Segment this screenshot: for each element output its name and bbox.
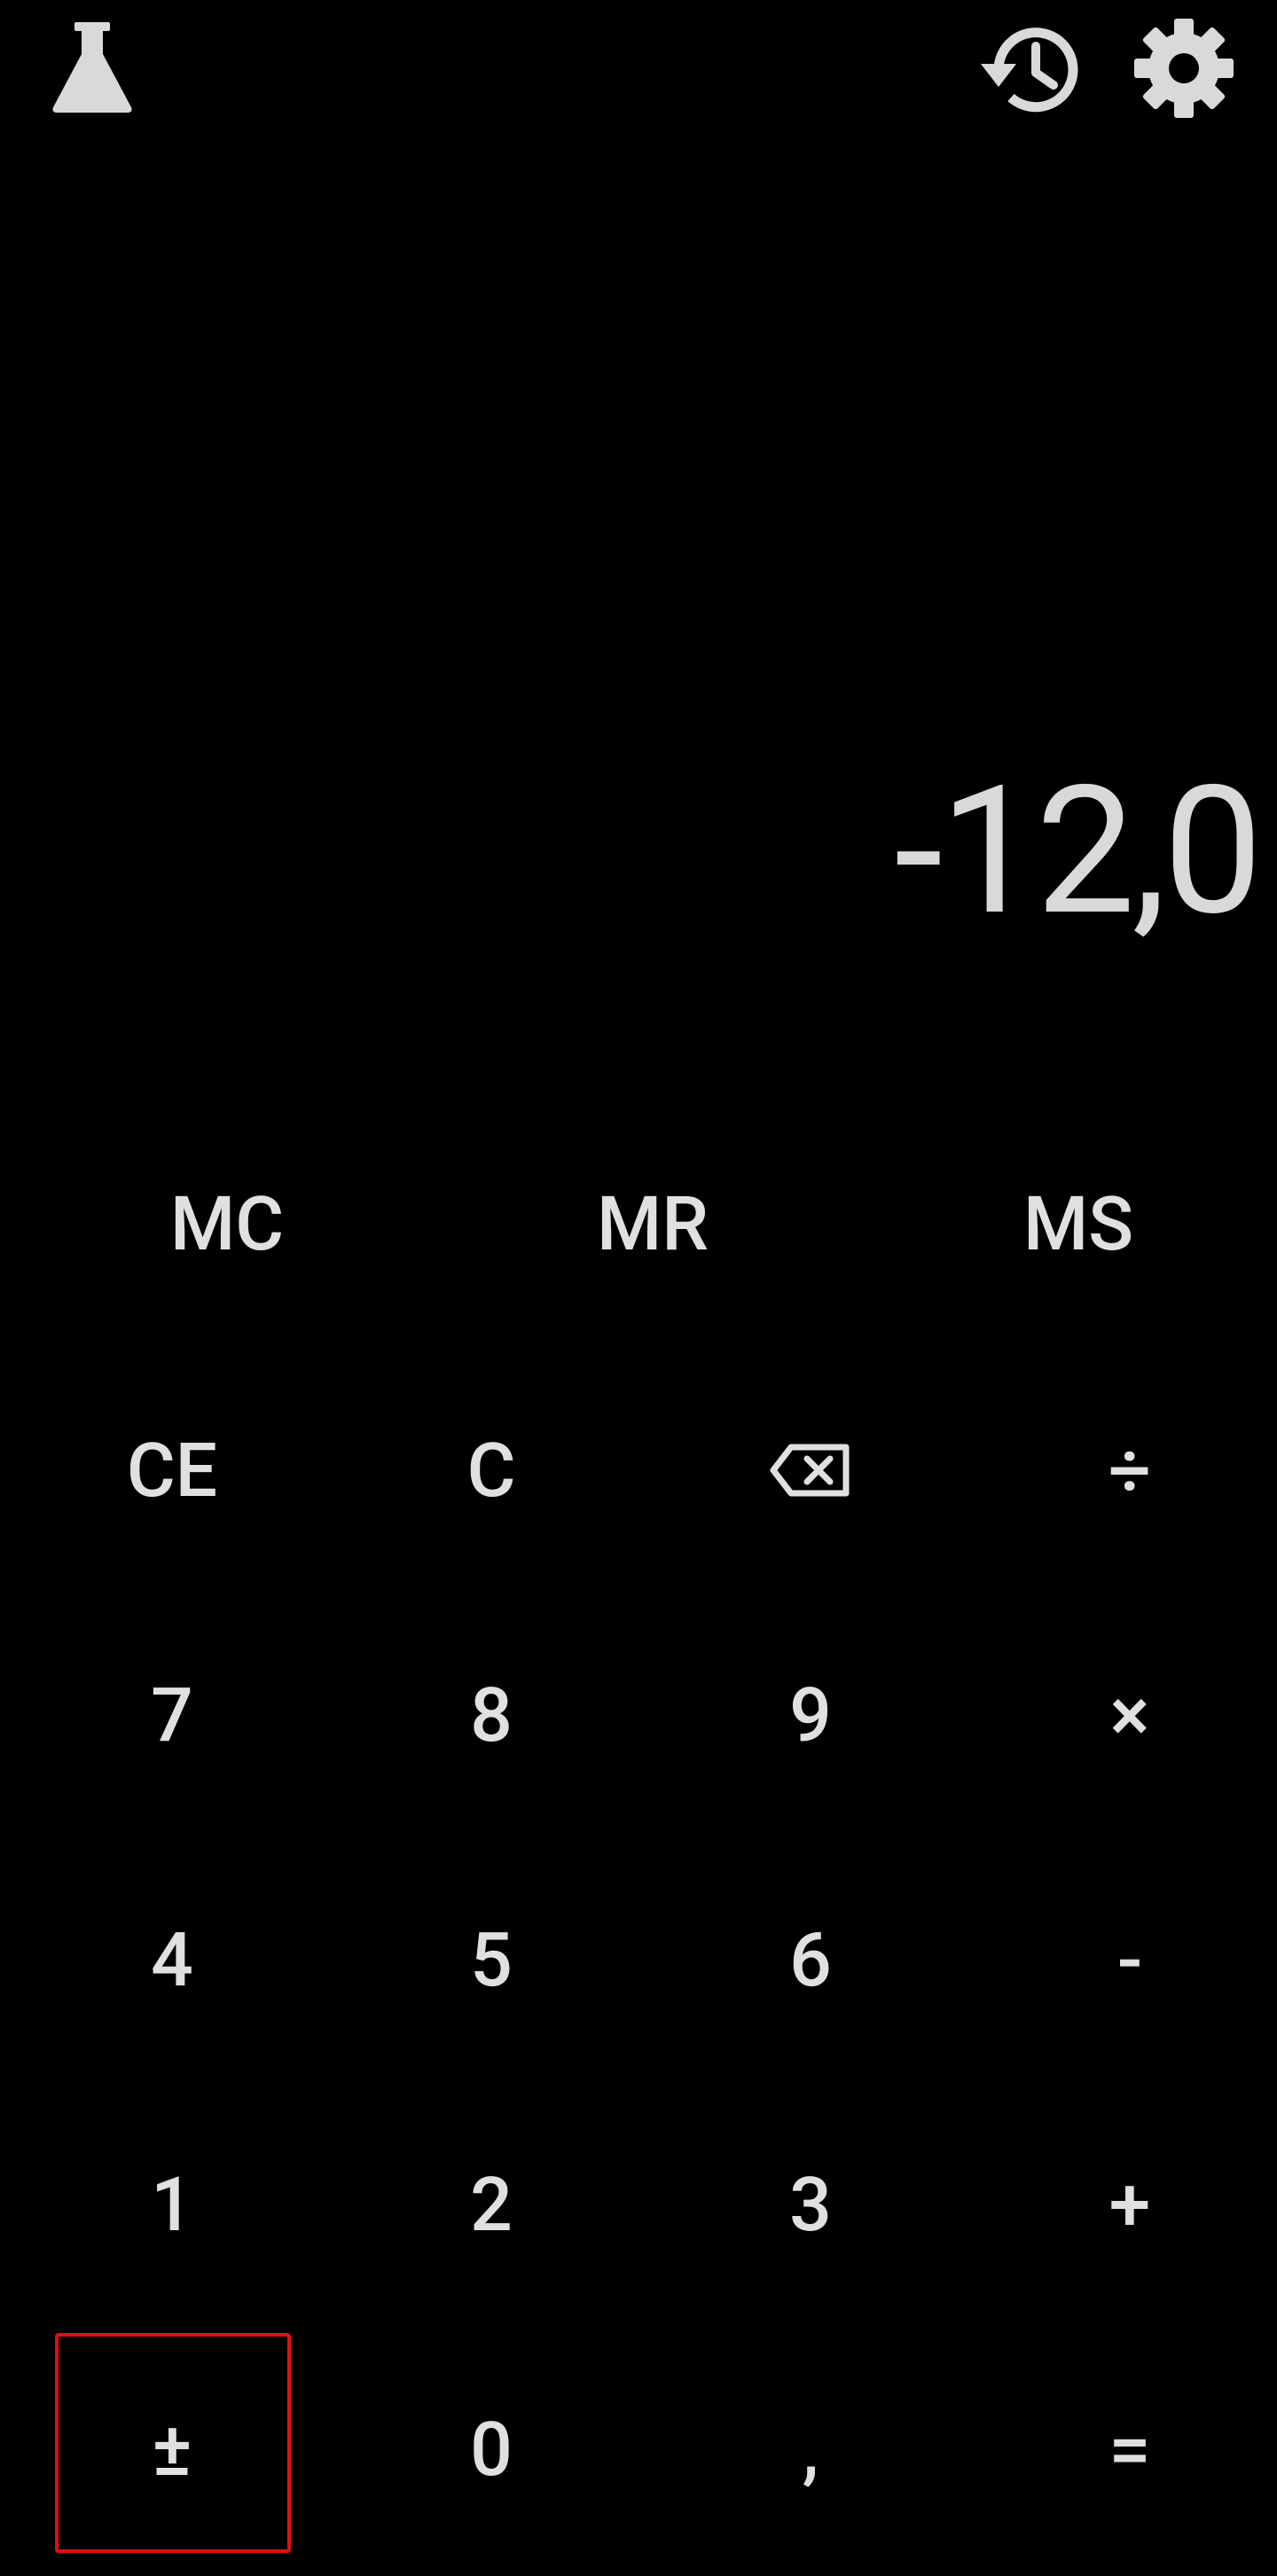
key-row: 4 5 6 -	[0, 1837, 1277, 2082]
digit-4-button[interactable]: 4	[12, 1837, 332, 2082]
clear-entry-button[interactable]: CE	[12, 1348, 332, 1593]
key-row: ± 0 , =	[0, 2327, 1277, 2572]
clear-button[interactable]: C	[332, 1348, 651, 1593]
digit-5-button[interactable]: 5	[332, 1837, 651, 2082]
backspace-icon	[770, 1444, 850, 1497]
history-button[interactable]	[967, 12, 1091, 128]
top-bar	[0, 0, 1277, 142]
decimal-comma-button[interactable]: ,	[651, 2327, 970, 2572]
scientific-mode-button[interactable]	[39, 14, 145, 121]
key-row: CE C ÷	[0, 1348, 1277, 1593]
memory-row: MC MR MS	[0, 1153, 1277, 1295]
backspace-button[interactable]	[651, 1348, 970, 1593]
multiply-button[interactable]: ×	[970, 1593, 1277, 1837]
memory-recall-button[interactable]: MR	[466, 1153, 839, 1295]
digit-1-button[interactable]: 1	[12, 2082, 332, 2327]
memory-clear-button[interactable]: MC	[41, 1153, 413, 1295]
flask-icon	[52, 22, 132, 113]
memory-store-button[interactable]: MS	[892, 1153, 1265, 1295]
digit-0-button[interactable]: 0	[332, 2327, 651, 2572]
digit-3-button[interactable]: 3	[651, 2082, 970, 2327]
history-icon	[981, 27, 1078, 113]
settings-gear-icon	[1134, 19, 1234, 118]
digit-9-button[interactable]: 9	[651, 1593, 970, 1837]
digit-2-button[interactable]: 2	[332, 2082, 651, 2327]
settings-button[interactable]	[1122, 11, 1246, 126]
result-display: -12,0	[894, 747, 1263, 955]
digit-7-button[interactable]: 7	[12, 1593, 332, 1837]
key-row: 7 8 9 ×	[0, 1593, 1277, 1837]
digit-8-button[interactable]: 8	[332, 1593, 651, 1837]
plus-minus-button[interactable]: ±	[12, 2327, 332, 2572]
digit-6-button[interactable]: 6	[651, 1837, 970, 2082]
key-row: 1 2 3 +	[0, 2082, 1277, 2327]
add-button[interactable]: +	[970, 2082, 1277, 2327]
equals-button[interactable]: =	[970, 2327, 1277, 2572]
divide-button[interactable]: ÷	[970, 1348, 1277, 1593]
subtract-button[interactable]: -	[970, 1837, 1277, 2082]
